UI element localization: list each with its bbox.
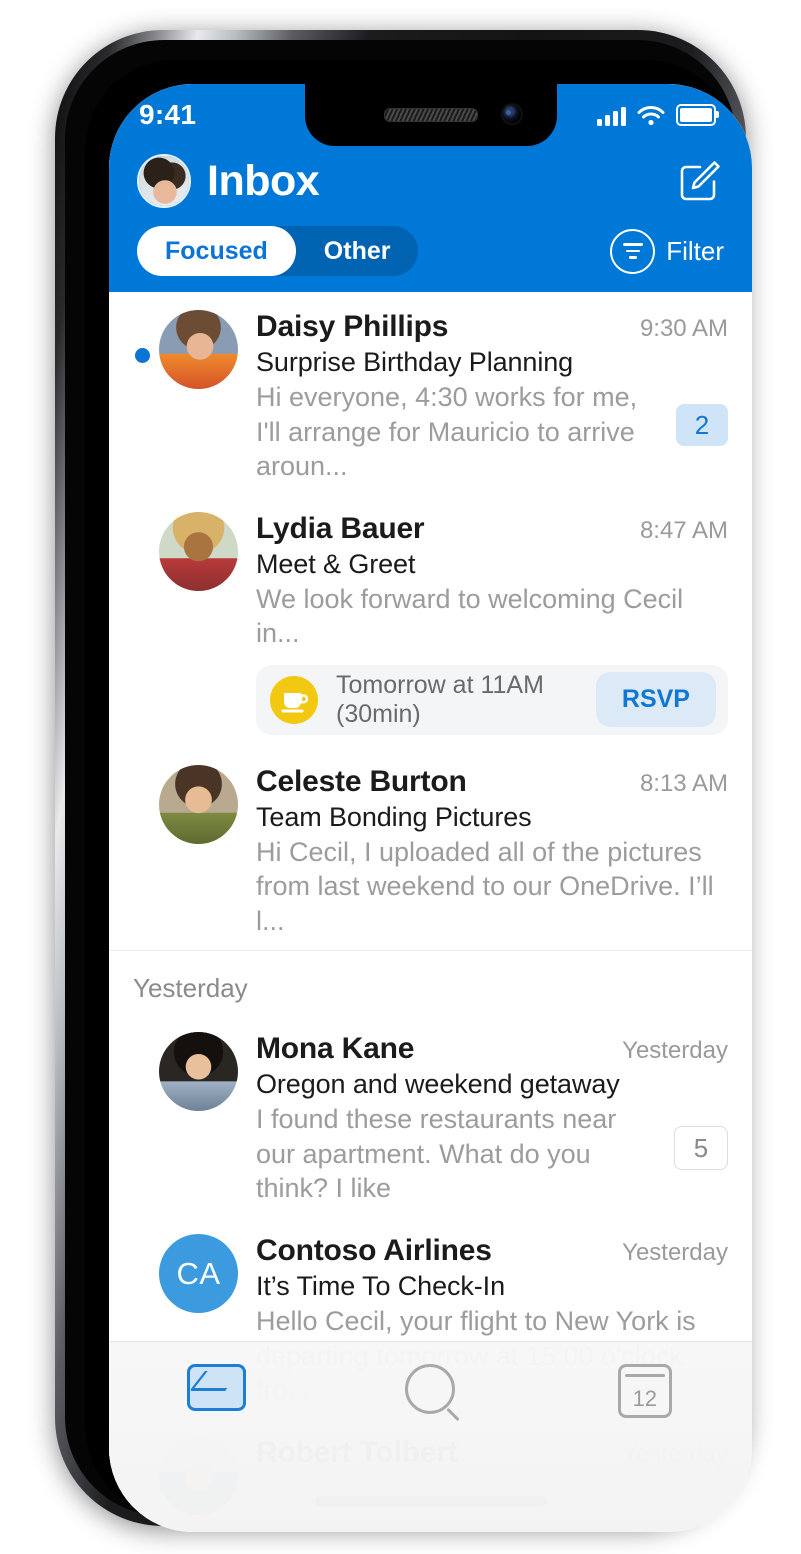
unread-dot [134,348,150,363]
front-camera-icon [502,105,521,123]
notch [304,84,557,146]
sender-name: Mona Kane [256,1032,415,1066]
message-preview: Hi Cecil, I uploaded all of the pictures… [256,836,714,936]
avatar[interactable] [159,310,238,389]
screenshot-stage: 9:41 Inbox Focused Other Filter Daisy Ph… [0,0,801,1554]
avatar[interactable] [159,764,238,844]
message-body: Lydia Bauer 8:47 AM Meet & Greet We look… [256,512,728,737]
segment-row: Focused Other Filter [109,208,752,276]
sender-name: Daisy Phillips [256,310,449,343]
tab-focused[interactable]: Focused [137,226,296,276]
phone-screen: 9:41 Inbox Focused Other Filter Daisy Ph… [109,84,752,1532]
focused-other-segmented-control[interactable]: Focused Other [137,226,419,276]
search-icon [405,1364,456,1414]
message-body: Daisy Phillips 9:30 AM Surprise Birthday… [256,310,728,484]
unread-indicator-column [125,512,159,737]
message-time: 8:13 AM [639,769,728,797]
title-bar: Inbox [109,146,752,208]
mail-icon [186,1364,246,1411]
rsvp-button[interactable]: RSVP [595,672,716,728]
tab-calendar[interactable]: 12 [538,1364,752,1418]
phone-bezel: 9:41 Inbox Focused Other Filter Daisy Ph… [85,60,752,1532]
sender-name: Contoso Airlines [256,1234,492,1268]
message-body: Celeste Burton 8:13 AM Team Bonding Pict… [256,765,728,939]
tab-mail[interactable] [109,1364,323,1411]
message-subject: Meet & Greet [256,548,416,579]
message-subject: Surprise Birthday Planning [256,347,574,377]
avatar[interactable] [159,1032,238,1112]
avatar[interactable] [159,511,238,591]
tab-other[interactable]: Other [296,226,419,276]
message-subject: It’s Time To Check-In [256,1271,505,1302]
message-list[interactable]: Daisy Phillips 9:30 AM Surprise Birthday… [109,292,752,1532]
page-title: Inbox [207,156,320,205]
status-bar-time: 9:41 [139,99,197,130]
unread-indicator-column [125,310,159,484]
compose-button[interactable] [676,157,724,205]
filter-button[interactable]: Filter [610,228,724,274]
avatar[interactable]: CA [159,1234,238,1314]
battery-full-icon [676,104,719,126]
thread-count-badge: 5 [674,1126,728,1171]
section-header-yesterday: Yesterday [133,973,248,1004]
sender-name: Lydia Bauer [256,511,425,545]
message-time: Yesterday [622,1239,728,1267]
account-avatar[interactable] [137,154,191,208]
calendar-icon: 12 [617,1364,672,1418]
cellular-bars-icon [597,107,626,126]
message-subject: Team Bonding Pictures [256,801,532,832]
calendar-day-label: 12 [632,1386,658,1411]
message-preview: Hi everyone, 4:30 works for me, I'll arr… [256,382,638,482]
outlook-app: 9:41 Inbox Focused Other Filter Daisy Ph… [109,84,752,1532]
meeting-time-label: Tomorrow at 11AM (30min) [336,670,544,728]
phone-inner-shell: 9:41 Inbox Focused Other Filter Daisy Ph… [65,40,752,1532]
message-subject: Oregon and weekend getaway [256,1069,620,1100]
thread-count-badge: 2 [676,404,728,446]
message-body: Mona Kane Yesterday Oregon and weekend g… [256,1032,728,1206]
table-row[interactable]: Daisy Phillips 9:30 AM Surprise Birthday… [109,292,752,494]
filter-label: Filter [666,235,724,266]
unread-indicator-column [125,765,159,939]
message-preview: We look forward to welcoming Cecil in... [256,583,684,649]
message-time: Yesterday [622,1037,728,1065]
coffee-cup-icon [270,675,318,724]
table-row[interactable]: Celeste Burton 8:13 AM Team Bonding Pict… [109,747,752,949]
tab-search[interactable] [323,1364,537,1414]
message-time: 9:30 AM [639,315,728,342]
unread-indicator-column [125,1032,159,1206]
message-preview: I found these restaurants near our apart… [256,1104,617,1204]
message-time: 8:47 AM [639,516,728,544]
status-bar-indicators [597,104,719,126]
earpiece-speaker-icon [383,108,478,122]
phone-frame: 9:41 Inbox Focused Other Filter Daisy Ph… [55,30,752,1532]
wifi-icon [637,106,665,126]
table-row[interactable]: Lydia Bauer 8:47 AM Meet & Greet We look… [109,494,752,747]
filter-icon [610,228,656,274]
meeting-card[interactable]: Tomorrow at 11AM (30min) RSVP [256,664,728,735]
table-row[interactable]: Mona Kane Yesterday Oregon and weekend g… [109,1014,752,1216]
sender-name: Celeste Burton [256,764,467,798]
bottom-tab-bar: 12 [109,1341,752,1532]
